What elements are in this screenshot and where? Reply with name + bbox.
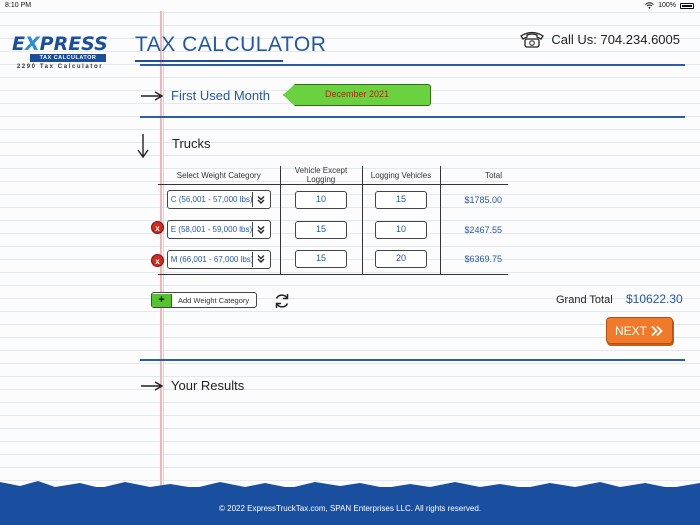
column-header-except-logging: Vehicle Except Logging bbox=[280, 166, 363, 185]
status-bar: 8:10 PM 100% bbox=[0, 0, 700, 11]
status-time: 8:10 PM bbox=[5, 2, 32, 9]
next-button[interactable]: NEXT bbox=[606, 317, 673, 344]
title-underline bbox=[135, 60, 283, 62]
column-header-logging: Logging Vehicles bbox=[362, 166, 441, 185]
except-logging-input[interactable]: 10 bbox=[295, 190, 347, 209]
divider-results bbox=[140, 359, 685, 361]
footer-copyright: © 2022 ExpressTruckTax.com, SPAN Enterpr… bbox=[219, 504, 481, 513]
table-row: E (58,001 - 59,000 lbs) 15 10 $2467.55 bbox=[158, 214, 508, 245]
battery-icon bbox=[680, 2, 694, 9]
chevron-double-down-icon[interactable] bbox=[251, 192, 270, 208]
next-label: NEXT bbox=[614, 323, 647, 338]
trucks-label: Trucks bbox=[172, 136, 211, 151]
wifi-icon bbox=[645, 2, 654, 9]
divider-month bbox=[140, 116, 685, 118]
arrow-right-icon bbox=[141, 381, 164, 391]
status-right: 100% bbox=[645, 2, 694, 9]
chevron-double-down-icon[interactable] bbox=[251, 222, 270, 237]
divider-top bbox=[140, 64, 685, 66]
delete-row-button[interactable]: x bbox=[151, 254, 164, 267]
torn-paper-edge bbox=[0, 481, 700, 494]
call-us[interactable]: Call Us: 704.234.6005 bbox=[519, 30, 680, 48]
trucks-table: Select Weight Category Vehicle Except Lo… bbox=[158, 166, 508, 275]
delete-row-button[interactable]: x bbox=[151, 221, 164, 234]
page-title: TAX CALCULATOR bbox=[135, 33, 327, 56]
row-total: $1785.00 bbox=[464, 194, 502, 205]
except-logging-input[interactable]: 15 bbox=[295, 220, 347, 239]
plus-icon: + bbox=[152, 293, 172, 307]
express-logo: EXPRESS TAX CALCULATOR 2290 Tax Calculat… bbox=[12, 33, 108, 71]
grand-total-value: $10622.30 bbox=[626, 292, 683, 306]
row-total: $2467.55 bbox=[464, 224, 502, 235]
add-weight-category-label: Add Weight Category bbox=[178, 295, 250, 305]
arrow-right-icon bbox=[141, 91, 164, 101]
row-total: $6369.75 bbox=[440, 244, 508, 275]
chevron-double-down-icon[interactable] bbox=[251, 251, 270, 267]
first-used-month-label: First Used Month bbox=[171, 88, 270, 103]
logo-strip: TAX CALCULATOR bbox=[30, 54, 106, 62]
first-used-month-select[interactable]: December 2021 bbox=[283, 84, 431, 106]
table-row: C (56,001 - 57,000 lbs) 10 15 $1785.00 bbox=[158, 184, 508, 215]
your-results-label: Your Results bbox=[171, 378, 245, 393]
table-row: M (66,001 - 67,000 lbs) 15 20 $6369.75 bbox=[158, 244, 508, 275]
add-weight-category-button[interactable]: + Add Weight Category bbox=[151, 292, 257, 308]
battery-percent: 100% bbox=[658, 2, 676, 9]
phone-number: Call Us: 704.234.6005 bbox=[551, 31, 680, 47]
table-header-row: Select Weight Category Vehicle Except Lo… bbox=[158, 166, 508, 185]
except-logging-input[interactable]: 15 bbox=[295, 250, 347, 269]
column-header-total: Total bbox=[440, 166, 508, 185]
logging-input[interactable]: 15 bbox=[375, 190, 427, 209]
logging-input[interactable]: 20 bbox=[375, 250, 427, 269]
weight-category-select[interactable]: M (66,001 - 67,000 lbs) bbox=[166, 249, 271, 269]
logo-subtitle: 2290 Tax Calculator bbox=[16, 64, 104, 70]
telephone-icon bbox=[520, 31, 545, 48]
logging-input[interactable]: 10 bbox=[375, 220, 427, 239]
column-header-category: Select Weight Category bbox=[158, 166, 281, 185]
weight-category-select[interactable]: C (56,001 - 57,000 lbs) bbox=[166, 190, 271, 210]
arrow-down-icon bbox=[137, 134, 149, 159]
double-chevron-right-icon bbox=[651, 325, 663, 336]
refresh-icon[interactable] bbox=[273, 292, 291, 310]
weight-category-select[interactable]: E (58,001 - 59,000 lbs) bbox=[166, 220, 271, 239]
logo-wordmark: EXPRESS bbox=[12, 33, 108, 55]
grand-total-label: Grand Total bbox=[556, 294, 613, 306]
